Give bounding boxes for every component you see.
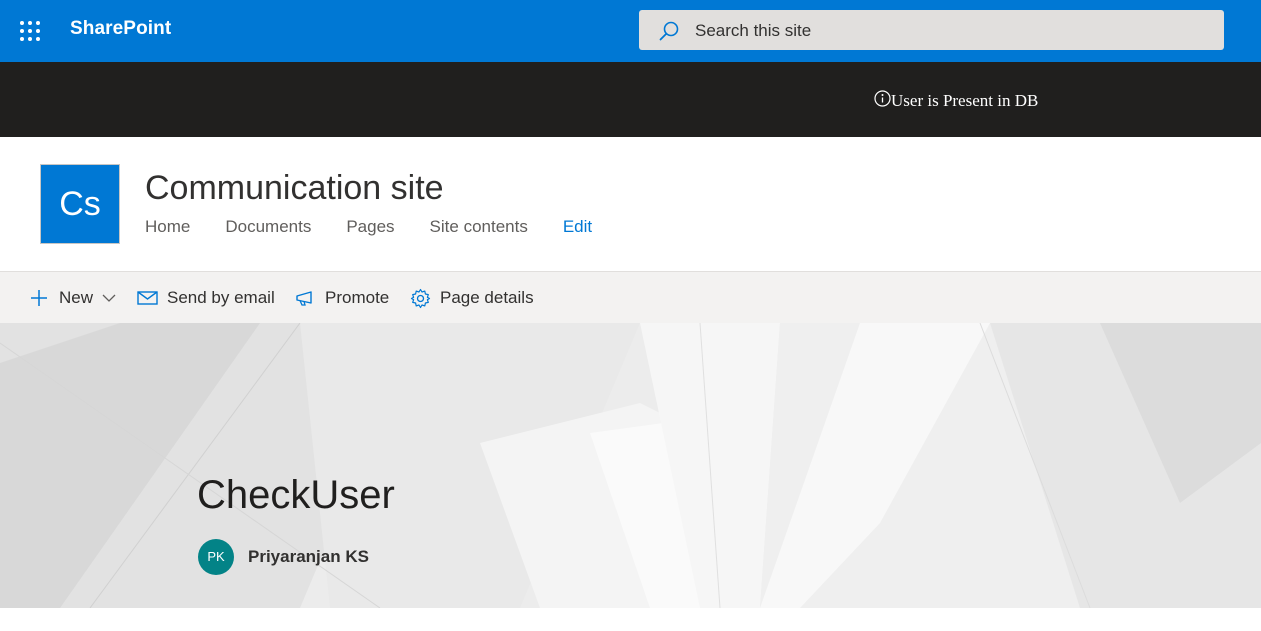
app-launcher-waffle-icon[interactable] [14, 14, 46, 46]
page-author[interactable]: PK Priyaranjan KS [198, 539, 369, 575]
author-name: Priyaranjan KS [248, 547, 369, 566]
banner-background-image [0, 323, 1261, 608]
page-title-banner: CheckUser PK Priyaranjan KS [0, 323, 1261, 608]
nav-item-pages[interactable]: Pages [346, 217, 394, 237]
sharepoint-brand-link[interactable]: SharePoint [70, 18, 171, 40]
notification-bar: User is Present in DB [0, 62, 1261, 137]
promote-label: Promote [325, 288, 390, 307]
site-header: Cs Communication site Home Documents Pag… [0, 137, 1261, 271]
notification-text: User is Present in DB [891, 91, 1039, 110]
author-avatar: PK [198, 539, 234, 575]
send-by-email-button[interactable]: Send by email [137, 286, 275, 310]
chevron-down-icon[interactable] [102, 293, 116, 303]
mail-icon [137, 290, 158, 306]
gear-icon [410, 288, 431, 309]
page-details-button[interactable]: Page details [410, 286, 534, 310]
command-bar: New Send by email Promote Page details [0, 271, 1261, 323]
send-by-email-label: Send by email [167, 288, 275, 307]
site-title[interactable]: Communication site [145, 169, 444, 208]
new-button-label: New [59, 288, 94, 307]
nav-item-home[interactable]: Home [145, 217, 190, 237]
nav-item-site-contents[interactable]: Site contents [430, 217, 528, 237]
nav-item-documents[interactable]: Documents [225, 217, 311, 237]
promote-button[interactable]: Promote [295, 286, 389, 310]
search-placeholder: Search this site [695, 21, 812, 40]
nav-edit-link[interactable]: Edit [563, 217, 592, 237]
site-search-box[interactable]: Search this site [639, 10, 1224, 50]
megaphone-icon [295, 289, 317, 307]
page-title: CheckUser [197, 473, 395, 517]
site-navigation: Home Documents Pages Site contents Edit [145, 217, 627, 237]
suite-bar: SharePoint Search this site [0, 0, 1261, 62]
plus-icon [29, 288, 49, 308]
site-logo[interactable]: Cs [40, 164, 120, 244]
info-icon [874, 90, 891, 107]
page-details-label: Page details [440, 288, 534, 307]
new-button[interactable]: New [29, 286, 116, 310]
search-icon [658, 20, 680, 42]
